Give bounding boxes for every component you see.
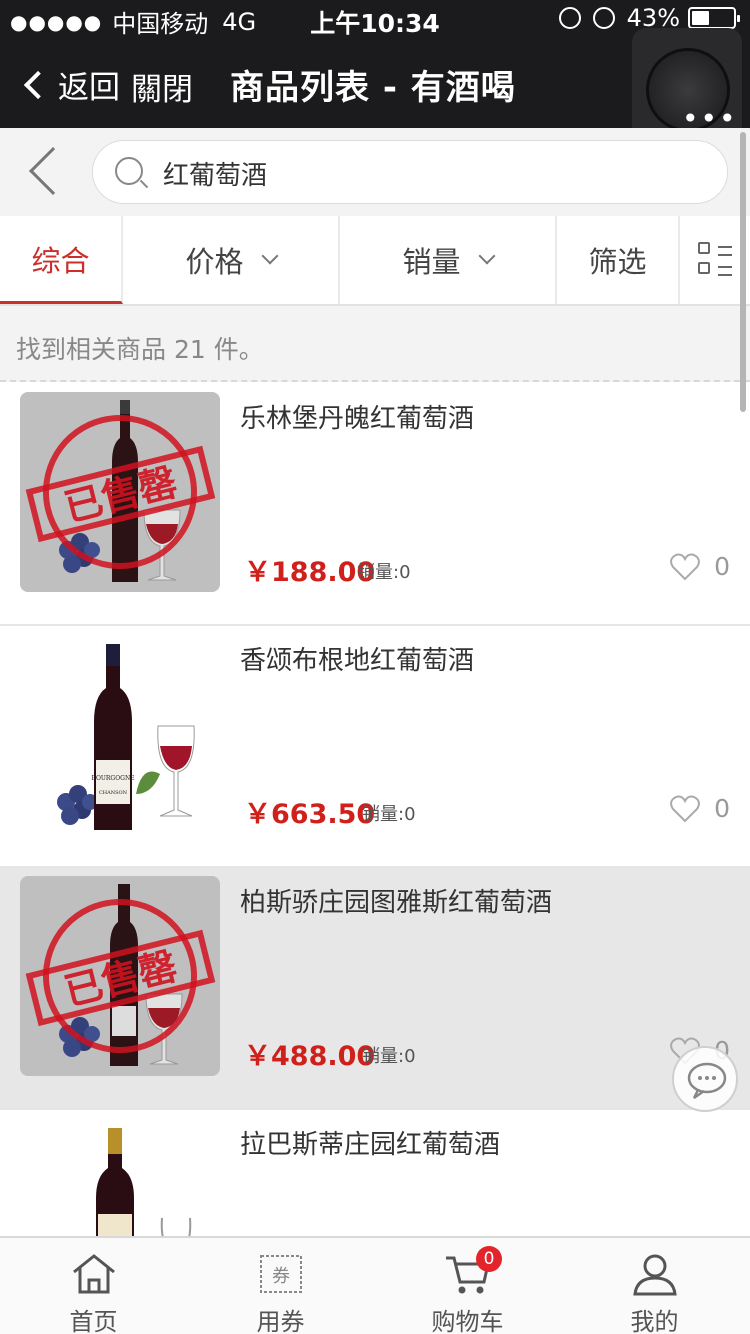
- tab-price-label: 价格: [185, 245, 244, 279]
- product-name: 拉巴斯蒂庄园红葡萄酒: [240, 1130, 501, 1160]
- more-menu-button[interactable]: •••: [632, 28, 742, 140]
- tab-profile-label: 我的: [630, 1308, 679, 1334]
- search-back-button[interactable]: [28, 146, 78, 196]
- product-price: ￥188.00: [244, 557, 376, 588]
- product-price: ￥488.00: [244, 1041, 376, 1072]
- cart-badge: 0: [476, 1246, 502, 1272]
- search-box[interactable]: [92, 140, 728, 204]
- bottom-tab-bar: 首页 券 用券 购物车 我的: [0, 1236, 750, 1334]
- product-sales: 销量:0: [357, 562, 411, 583]
- sort-tabs: 综合 价格 销量 筛选: [0, 216, 750, 306]
- heart-icon: [670, 553, 701, 580]
- tab-price[interactable]: 价格: [123, 216, 340, 304]
- chat-bubble-icon: [687, 1062, 727, 1100]
- product-item[interactable]: 拉巴斯蒂庄园红葡萄酒: [0, 1110, 750, 1236]
- battery-level: [692, 11, 709, 25]
- product-price: ￥663.50: [244, 799, 376, 830]
- tab-coupon-label: 用券: [256, 1308, 305, 1334]
- list-view-toggle-icon[interactable]: [698, 242, 734, 278]
- favorite-count: 0: [714, 794, 730, 823]
- svg-text:券: 券: [272, 1266, 290, 1287]
- svg-text:BOURGOGNE: BOURGOGNE: [91, 775, 134, 782]
- product-image: BOURGOGNE CHANSON: [20, 634, 220, 834]
- tab-filter[interactable]: 筛选: [557, 216, 680, 304]
- favorite-button[interactable]: 0: [670, 552, 730, 581]
- search-icon: [115, 157, 143, 185]
- tab-overall-label: 综合: [31, 243, 90, 278]
- tab-sales[interactable]: 销量: [340, 216, 557, 304]
- svg-text:CHANSON: CHANSON: [99, 790, 128, 796]
- favorite-count: 0: [714, 552, 730, 581]
- product-image: 已售罄: [20, 392, 220, 592]
- scrollbar[interactable]: [740, 132, 746, 412]
- tab-overall[interactable]: 综合: [0, 216, 123, 304]
- tab-coupon[interactable]: 券 用券: [187, 1238, 374, 1334]
- tab-cart[interactable]: 购物车: [374, 1238, 561, 1334]
- back-label: 返回: [58, 70, 120, 106]
- search-bar: [0, 128, 750, 216]
- user-icon: [633, 1254, 677, 1296]
- product-item[interactable]: 已售罄 乐林堡丹魄红葡萄酒 ￥188.00 销量:0 0: [0, 384, 750, 626]
- tab-sales-label: 销量: [402, 245, 461, 279]
- product-item[interactable]: 已售罄 柏斯骄庄园图雅斯红葡萄酒 ￥488.00 销量:0 0: [0, 868, 750, 1110]
- top-nav-bar: 返回 關閉 商品列表 - 有酒喝 •••: [0, 28, 750, 140]
- chevron-down-icon: [261, 247, 278, 265]
- customer-service-button[interactable]: [672, 1046, 738, 1112]
- favorite-button[interactable]: 0: [670, 794, 730, 823]
- product-image: 已售罄: [20, 876, 220, 1076]
- result-count-bar: 找到相关商品 21 件。: [0, 306, 750, 382]
- orientation-lock-icon: [558, 7, 581, 29]
- result-count: 找到相关商品 21 件。: [16, 335, 264, 364]
- heart-icon: [670, 795, 701, 822]
- tab-cart-label: 购物车: [431, 1308, 504, 1334]
- product-name: 乐林堡丹魄红葡萄酒: [240, 404, 475, 434]
- tab-profile[interactable]: 我的: [561, 1238, 748, 1334]
- tab-home[interactable]: 首页: [0, 1238, 187, 1334]
- chevron-down-icon: [478, 247, 495, 265]
- product-sales: 销量:0: [362, 1046, 416, 1067]
- tab-home-label: 首页: [69, 1308, 118, 1334]
- coupon-icon: 券: [260, 1255, 302, 1293]
- home-icon: [73, 1254, 115, 1294]
- page-title: 商品列表 - 有酒喝: [230, 68, 516, 108]
- product-item[interactable]: BOURGOGNE CHANSON 香颂布根地红葡萄酒 ￥663.50 销量:0…: [0, 626, 750, 868]
- product-image: [20, 1118, 220, 1236]
- product-name: 柏斯骄庄园图雅斯红葡萄酒: [240, 888, 553, 918]
- search-input[interactable]: [163, 155, 683, 191]
- product-name: 香颂布根地红葡萄酒: [240, 646, 475, 676]
- battery-icon: [688, 7, 740, 29]
- close-button[interactable]: 關閉: [131, 64, 193, 109]
- alarm-icon: [592, 7, 615, 29]
- product-sales: 销量:0: [362, 804, 416, 825]
- back-button[interactable]: 返回: [20, 62, 120, 107]
- tab-filter-label: 筛选: [588, 245, 647, 279]
- chevron-left-icon: [23, 70, 53, 99]
